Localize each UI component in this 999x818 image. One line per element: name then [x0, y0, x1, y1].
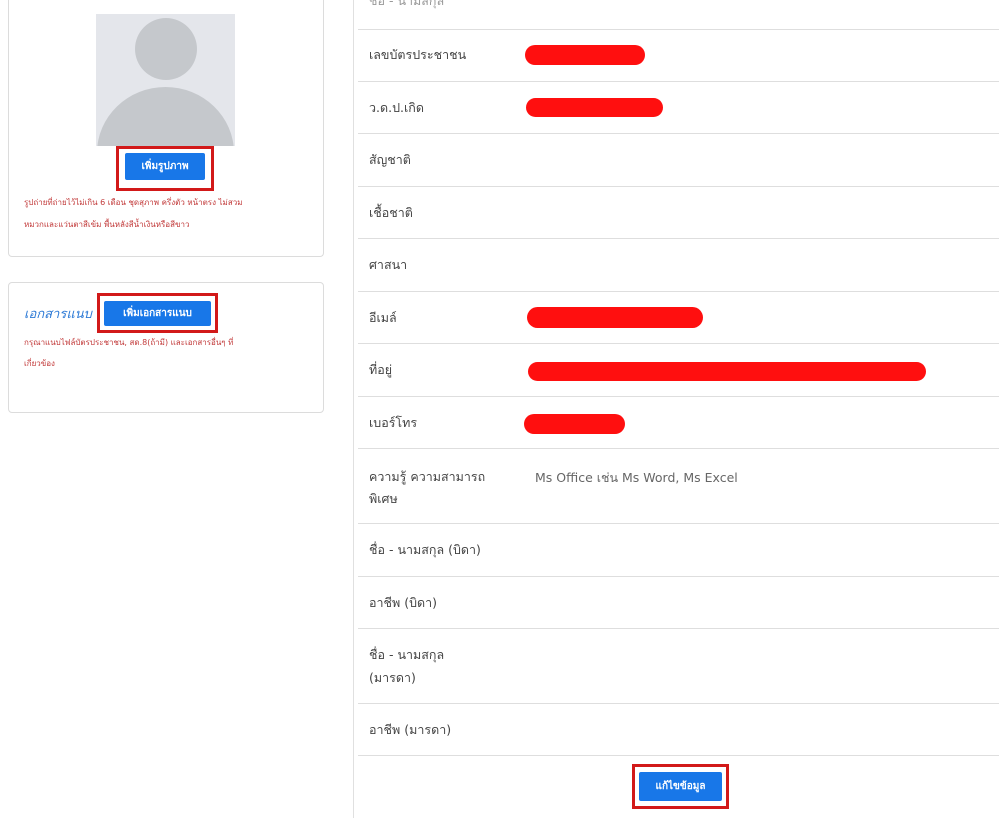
label-full-name: ชื่อ - นามสกุล — [369, 0, 445, 8]
attachments-title: เอกสารแนบ — [24, 307, 92, 322]
row-divider — [358, 755, 999, 756]
value-special-skills: Ms Office เช่น Ms Word, Ms Excel — [535, 470, 738, 485]
label-id-number: เลขบัตรประชาชน — [369, 47, 467, 62]
column-divider — [353, 0, 354, 818]
row-divider — [358, 291, 999, 292]
label-mother-name: ชื่อ - นามสกุล — [369, 647, 445, 662]
row-divider — [358, 343, 999, 344]
add-attachment-button[interactable]: เพิ่มเอกสารแนบ — [104, 301, 211, 326]
row-divider — [358, 238, 999, 239]
row-divider — [358, 703, 999, 704]
photo-note-line2: หมวกและแว่นตาสีเข้ม พื้นหลังสีน้ำเงินหรื… — [24, 220, 190, 229]
row-divider — [358, 186, 999, 187]
redaction-mark — [525, 45, 645, 65]
label-email: อีเมล์ — [369, 310, 397, 325]
redaction-mark — [524, 414, 625, 434]
add-photo-button[interactable]: เพิ่มรูปภาพ — [125, 153, 205, 180]
label-special-skills: ความรู้ ความสามารถ — [369, 469, 486, 484]
label-mother-name-line2: (มารดา) — [369, 670, 416, 685]
label-religion: ศาสนา — [369, 257, 408, 272]
attachment-note-line1: กรุณาแนบไฟล์บัตรประชาชน, สด.8(ถ้ามี) และ… — [24, 338, 234, 347]
label-father-name: ชื่อ - นามสกุล (บิดา) — [369, 542, 481, 557]
redaction-mark — [526, 98, 663, 117]
label-address: ที่อยู่ — [369, 362, 393, 377]
row-divider — [358, 576, 999, 577]
label-nationality: สัญชาติ — [369, 152, 411, 167]
label-special-skills-line2: พิเศษ — [369, 491, 398, 506]
redaction-mark — [528, 362, 926, 381]
label-father-occupation: อาชีพ (บิดา) — [369, 595, 438, 610]
label-mother-occupation: อาชีพ (มารดา) — [369, 722, 452, 737]
row-divider — [358, 81, 999, 82]
label-birth-date: ว.ด.ป.เกิด — [369, 100, 424, 115]
row-divider — [358, 133, 999, 134]
row-divider — [358, 628, 999, 629]
redaction-mark — [527, 307, 703, 328]
avatar-head-icon — [135, 18, 197, 80]
avatar-placeholder — [96, 14, 235, 146]
photo-note-line1: รูปถ่ายที่ถ่ายไว้ไม่เกิน 6 เดือน ชุดสุภา… — [24, 198, 243, 207]
label-phone: เบอร์โทร — [369, 415, 418, 430]
row-divider — [358, 396, 999, 397]
row-divider — [358, 523, 999, 524]
edit-profile-button[interactable]: แก้ไขข้อมูล — [639, 772, 722, 801]
label-ethnicity: เชื้อชาติ — [369, 205, 413, 220]
row-divider — [358, 448, 999, 449]
avatar-body-icon — [97, 87, 234, 146]
row-divider — [358, 29, 999, 30]
attachment-note-line2: เกี่ยวข้อง — [24, 359, 55, 368]
